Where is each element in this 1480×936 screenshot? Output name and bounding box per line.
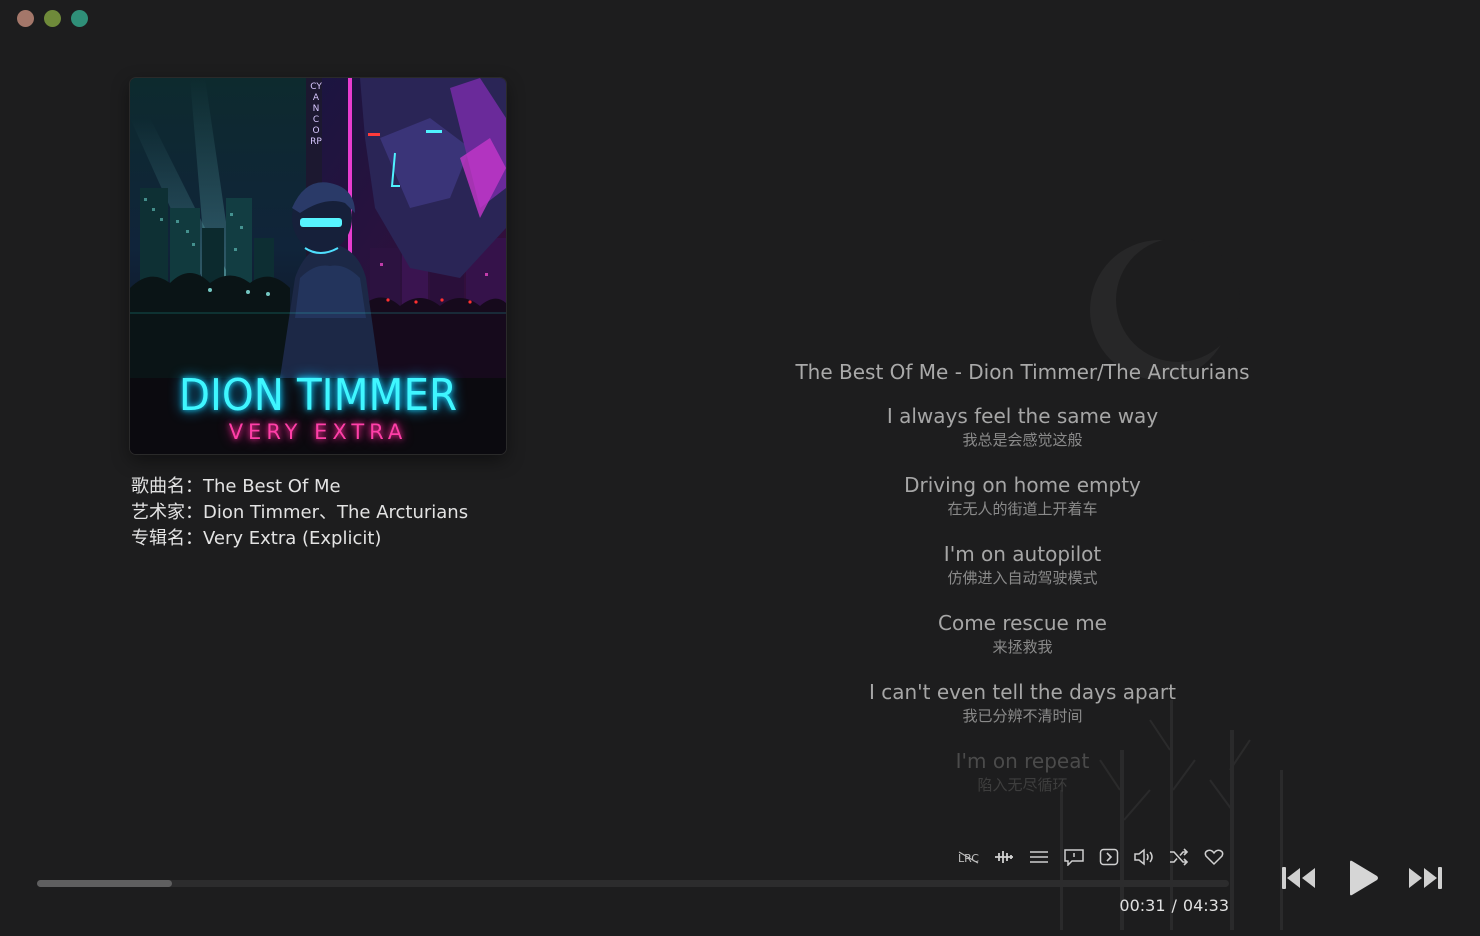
song-artist[interactable]: Dion Timmer、The Arctu­rians [203, 502, 468, 523]
window-minimize-button[interactable] [44, 10, 61, 27]
song-album[interactable]: Very Extra (Explicit) [203, 528, 381, 549]
song-artist-label: 艺术家： [131, 502, 203, 523]
volume-icon[interactable] [1133, 844, 1155, 870]
playback-progress-bar[interactable] [37, 880, 1229, 887]
lyric-translation: 仿佛进入自动驾驶模式 [947, 569, 1098, 587]
lyric-original: Driving on home empty [904, 473, 1141, 497]
lyric-original: I'm on autopilot [943, 542, 1102, 566]
lyric-line[interactable]: I can't even tell the days apart 我已分辨不清时… [720, 680, 1325, 727]
song-album-row: 专辑名：Very Extra (Explicit) [131, 526, 468, 552]
lyric-translation: 我已分辨不清时间 [962, 707, 1083, 725]
lyric-translation: 来拯救我 [992, 638, 1053, 656]
playback-time: 00:31 / 04:33 [1119, 896, 1229, 915]
song-title-label: 歌曲名： [131, 476, 203, 497]
lyric-original: I always feel the same way [886, 404, 1159, 428]
window-maximize-button[interactable] [71, 10, 88, 27]
comment-icon[interactable] [1063, 844, 1085, 870]
lyric-original: I'm on repeat [955, 749, 1090, 773]
lyric-translation: 陷入无尽循环 [977, 776, 1068, 794]
play-button[interactable] [1342, 858, 1382, 898]
lyric-line[interactable]: Driving on home empty 在无人的街道上开着车 [720, 473, 1325, 520]
audio-effect-icon[interactable] [993, 844, 1015, 870]
transport-controls [1278, 858, 1446, 898]
lyric-translation: 在无人的街道上开着车 [947, 500, 1098, 518]
lyrics-toggle-icon[interactable]: LRC [958, 844, 980, 870]
lyric-line[interactable]: Come rescue me 来拯救我 [720, 611, 1325, 658]
lyric-line[interactable]: I always feel the same way 我总是会感觉这般 [720, 404, 1325, 451]
next-track-small-icon[interactable] [1098, 844, 1120, 870]
song-title-row: 歌曲名：The Best Of Me [131, 474, 468, 500]
previous-icon [1282, 867, 1315, 889]
lyric-line[interactable]: I'm on autopilot 仿佛进入自动驾驶模式 [720, 542, 1325, 589]
lyric-original: I can't even tell the days apart [869, 680, 1176, 704]
cover-artist-title: DION TIMMER [178, 370, 458, 421]
song-album-label: 专辑名： [131, 528, 203, 549]
lyrics-panel[interactable]: The Best Of Me - Dion Timmer/The Arcturi… [720, 360, 1325, 818]
time-separator: / [1171, 896, 1177, 915]
total-time: 04:33 [1182, 896, 1229, 915]
cover-album-title: VERY EXTRA [228, 420, 408, 444]
next-icon [1409, 867, 1442, 889]
window-close-button[interactable] [17, 10, 34, 27]
lyric-line[interactable]: I'm on repeat 陷入无尽循环 [720, 749, 1325, 796]
album-cover: CYANCORP DION TIMMER VERY EXTRA [130, 78, 506, 454]
playback-progress-fill [37, 880, 173, 887]
player-options-toolbar: LRC [958, 844, 1225, 870]
shuffle-icon[interactable] [1168, 844, 1190, 870]
play-icon [1350, 860, 1378, 896]
lyrics-header: The Best Of Me - Dion Timmer/The Arcturi… [795, 360, 1250, 384]
song-info: 歌曲名：The Best Of Me 艺术家：Dion Timmer、The A… [131, 474, 468, 552]
favorite-icon[interactable] [1203, 844, 1225, 870]
lyric-translation: 我总是会感觉这般 [962, 431, 1083, 449]
cover-vertical-text: CYANCORP [310, 82, 322, 147]
previous-button[interactable] [1278, 863, 1320, 893]
lyric-original: Come rescue me [938, 611, 1107, 635]
music-player-window: CYANCORP DION TIMMER VERY EXTRA 歌曲名：The … [0, 0, 1480, 936]
song-artist-row: 艺术家：Dion Timmer、The Arctu­rians [131, 500, 468, 526]
next-button[interactable] [1404, 863, 1446, 893]
current-time: 00:31 [1119, 896, 1166, 915]
playlist-icon[interactable] [1028, 844, 1050, 870]
song-title: The Best Of Me [203, 476, 341, 497]
window-controls [17, 10, 88, 27]
